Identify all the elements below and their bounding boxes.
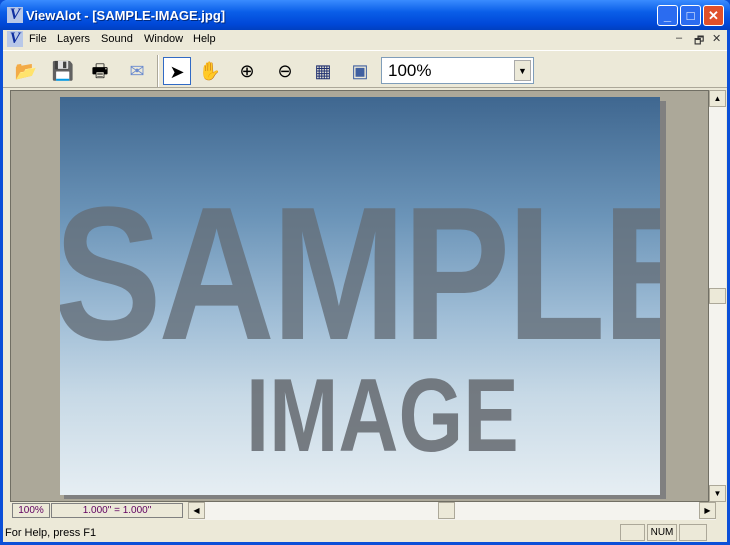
email-icon[interactable]: ✉ xyxy=(123,57,151,85)
menu-bar: V File Layers Sound Window Help – 🗗 ✕ xyxy=(3,30,727,48)
open-icon[interactable]: 📂 xyxy=(12,57,40,85)
menu-file[interactable]: File xyxy=(29,33,47,45)
vertical-scrollbar[interactable]: ▲ ▼ xyxy=(709,90,726,502)
scroll-down-button[interactable]: ▼ xyxy=(709,485,726,502)
status-text: For Help, press F1 xyxy=(5,527,97,539)
num-lock-indicator: NUM xyxy=(647,524,677,541)
window-title: ViewAlot - [SAMPLE-IMAGE.jpg] xyxy=(26,8,226,23)
vertical-scroll-thumb[interactable] xyxy=(709,288,726,304)
mdi-close-button[interactable]: ✕ xyxy=(712,32,721,45)
horizontal-scroll-thumb[interactable] xyxy=(438,502,455,519)
menu-sound[interactable]: Sound xyxy=(101,33,133,45)
zoom-out-icon[interactable]: ⊖ xyxy=(271,57,299,85)
toolbar: 📂 💾 🖶 ✉ ➤ ✋ ⊕ ⊖ ▦ ▣ xyxy=(3,50,727,88)
scroll-right-button[interactable]: ▶ xyxy=(699,502,716,519)
scale-readout: 1.000" = 1.000" xyxy=(51,503,183,518)
close-button[interactable]: ✕ xyxy=(703,5,724,26)
scroll-left-button[interactable]: ◀ xyxy=(188,502,205,519)
sample-image: SAMPLE IMAGE xyxy=(60,97,660,495)
app-window: V ViewAlot - [SAMPLE-IMAGE.jpg] _ □ ✕ V … xyxy=(0,0,730,545)
status-bar: For Help, press F1 NUM xyxy=(3,522,727,542)
document-icon[interactable]: V xyxy=(7,31,23,47)
zoom-in-icon[interactable]: ⊕ xyxy=(233,57,261,85)
maximize-button[interactable]: □ xyxy=(680,5,701,26)
menu-help[interactable]: Help xyxy=(193,33,216,45)
menu-window[interactable]: Window xyxy=(144,33,183,45)
app-icon: V xyxy=(7,7,23,23)
pointer-icon[interactable]: ➤ xyxy=(163,57,191,85)
title-bar: V ViewAlot - [SAMPLE-IMAGE.jpg] _ □ ✕ xyxy=(0,0,730,30)
canvas-footer: 100% 1.000" = 1.000" ◀ ▶ xyxy=(10,502,726,520)
fit-image-icon[interactable]: ▦ xyxy=(309,57,337,85)
print-icon[interactable]: 🖶 xyxy=(86,57,114,85)
hand-icon[interactable]: ✋ xyxy=(196,57,224,85)
mdi-restore-button[interactable]: 🗗 xyxy=(694,32,704,51)
status-pane xyxy=(679,524,707,541)
image-text-sample: SAMPLE xyxy=(60,168,660,380)
horizontal-scrollbar[interactable]: ◀ ▶ xyxy=(188,502,716,520)
actual-size-icon[interactable]: ▣ xyxy=(346,57,374,85)
scroll-up-button[interactable]: ▲ xyxy=(709,90,726,107)
save-icon[interactable]: 💾 xyxy=(49,57,77,85)
mdi-minimize-button[interactable]: – xyxy=(676,32,682,44)
toolbar-separator xyxy=(157,55,159,87)
zoom-value: 100% xyxy=(388,61,432,80)
minimize-button[interactable]: _ xyxy=(657,5,678,26)
image-text-image: IMAGE xyxy=(246,358,519,474)
zoom-readout: 100% xyxy=(12,503,50,518)
chevron-down-icon[interactable]: ▼ xyxy=(514,60,531,81)
status-pane xyxy=(620,524,645,541)
menu-layers[interactable]: Layers xyxy=(57,33,90,45)
zoom-select[interactable]: 100% ▼ xyxy=(381,57,534,84)
